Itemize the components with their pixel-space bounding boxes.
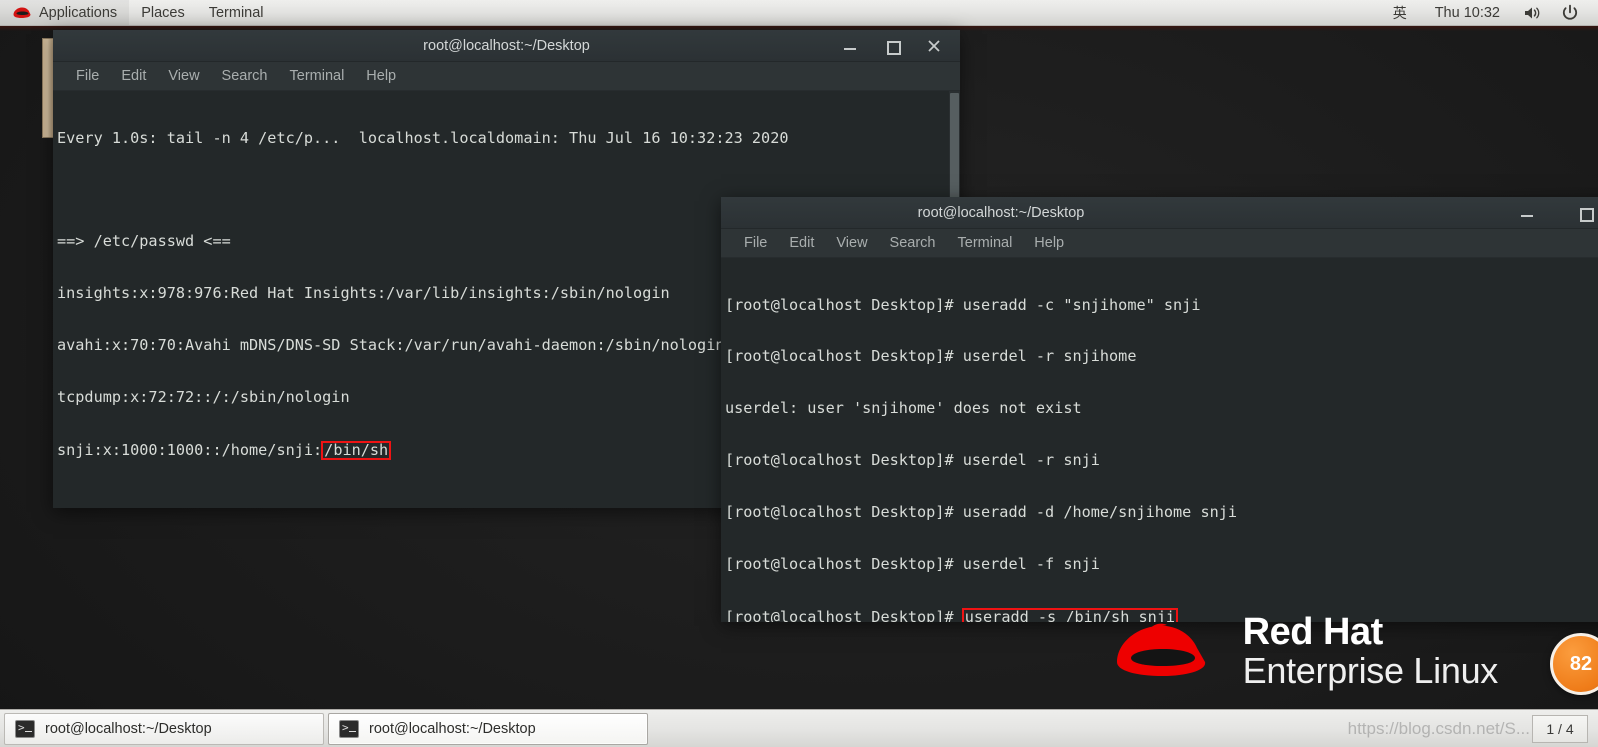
window2-output: [root@localhost Desktop]# useradd -c "sn… [725,262,1598,622]
window2-title-bar[interactable]: root@localhost:~/Desktop [721,197,1598,229]
taskbar-item-terminal-2[interactable]: root@localhost:~/Desktop [328,712,648,745]
terminal-line: userdel: user 'snjihome' does not exist [725,399,1082,418]
menu-item-help[interactable]: Help [1023,233,1075,253]
menu-item-edit[interactable]: Edit [778,233,825,253]
terminal-line: Every 1.0s: tail -n 4 /etc/p... localhos… [57,128,789,147]
line-prefix: snji:x:1000:1000::/home/snji: [57,440,323,459]
top-panel-left: Applications Places Terminal [0,0,276,25]
menu-item-file[interactable]: File [65,66,110,86]
terminal-icon [339,719,359,738]
maximize-icon[interactable] [1577,205,1594,222]
redhat-hat-icon [12,6,32,19]
applications-menu[interactable]: Applications [0,0,130,25]
highlight-annotation-shell: /bin/sh [321,440,392,460]
brand-line2: Enterprise Linux [1242,650,1499,691]
power-icon[interactable] [1552,0,1588,25]
close-icon[interactable] [926,38,942,54]
speaker-icon[interactable] [1514,0,1552,25]
redhat-brand-text: Red Hat Enterprise Linux [1242,613,1499,691]
terminal-icon [15,719,35,738]
terminal-line-highlighted: [root@localhost Desktop]# useradd -s /bi… [725,607,1598,622]
window1-menu-bar: File Edit View Search Terminal Help [53,62,960,91]
window1-controls [842,38,960,55]
menu-item-help[interactable]: Help [355,66,407,86]
terminal-menu-label: Terminal [208,4,264,21]
top-panel: Applications Places Terminal 英 Thu 10:32 [0,0,1598,26]
window1-title: root@localhost:~/Desktop [423,37,590,54]
menu-item-view[interactable]: View [157,66,210,86]
terminal-window-commands[interactable]: root@localhost:~/Desktop File Edit View … [721,197,1598,622]
terminal-menu[interactable]: Terminal [197,0,276,25]
terminal-line: [root@localhost Desktop]# userdel -f snj… [725,555,1100,574]
redhat-hat-icon [1109,618,1219,684]
places-menu[interactable]: Places [129,0,197,25]
clock[interactable]: Thu 10:32 [1421,5,1514,21]
taskbar-item-label: root@localhost:~/Desktop [369,720,536,737]
menu-item-view[interactable]: View [825,233,878,253]
menu-item-edit[interactable]: Edit [110,66,157,86]
input-method-indicator[interactable]: 英 [1379,3,1421,23]
terminal-line: [root@localhost Desktop]# useradd -d /ho… [725,503,1238,522]
minimize-icon[interactable] [842,38,858,54]
applications-menu-label: Applications [39,4,118,21]
taskbar-item-label: root@localhost:~/Desktop [45,720,212,737]
window2-terminal-body[interactable]: [root@localhost Desktop]# useradd -c "sn… [721,258,1598,622]
taskbar-item-terminal-1[interactable]: root@localhost:~/Desktop [4,712,324,745]
redhat-brand-watermark: Red Hat Enterprise Linux [1109,613,1498,689]
terminal-line: [root@localhost Desktop]# useradd -c "sn… [725,295,1201,314]
maximize-icon[interactable] [884,38,901,55]
window2-title: root@localhost:~/Desktop [917,204,1085,221]
menu-item-file[interactable]: File [733,233,778,253]
window2-controls [1519,205,1598,222]
menu-item-terminal[interactable]: Terminal [947,233,1024,253]
menu-item-search[interactable]: Search [211,66,279,86]
terminal-line: [root@localhost Desktop]# userdel -r snj… [725,347,1137,366]
line-prefix: [root@localhost Desktop]# [725,607,963,622]
highlight-annotation-command: useradd -s /bin/sh snji [961,607,1179,622]
minimize-icon[interactable] [1519,205,1535,221]
top-panel-right: 英 Thu 10:32 [1379,0,1598,25]
window1-title-bar[interactable]: root@localhost:~/Desktop [53,30,960,62]
places-menu-label: Places [141,4,185,21]
workspace-switcher[interactable]: 1 / 4 [1532,714,1588,743]
score-badge: 82 [1550,633,1598,695]
desktop-screen: Applications Places Terminal 英 Thu 10:32 [0,0,1598,747]
window2-menu-bar: File Edit View Search Terminal Help [721,229,1598,258]
menu-item-search[interactable]: Search [879,233,947,253]
terminal-line: [root@localhost Desktop]# userdel -r snj… [725,451,1100,470]
menu-item-terminal[interactable]: Terminal [279,66,356,86]
taskbar: root@localhost:~/Desktop root@localhost:… [0,709,1598,747]
